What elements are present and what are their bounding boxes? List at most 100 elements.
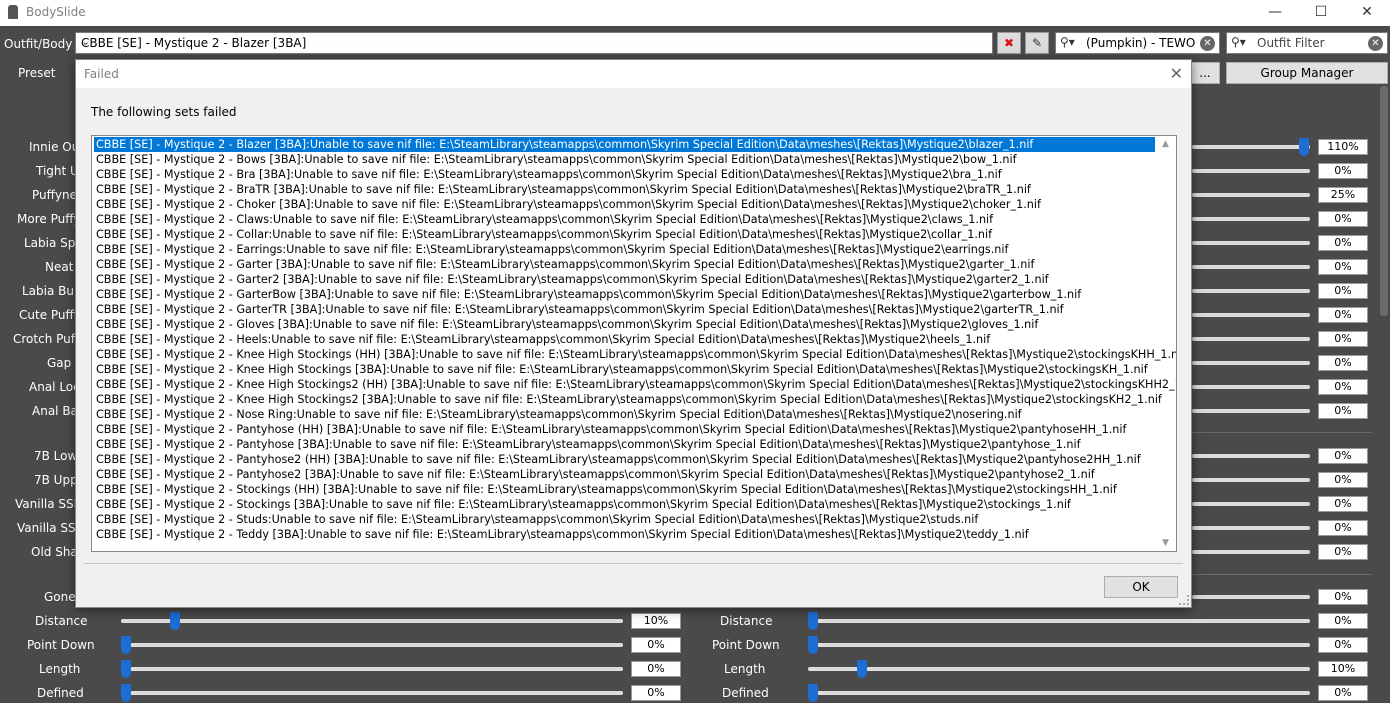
slider-track[interactable] <box>1192 193 1310 197</box>
slider-track[interactable] <box>1192 409 1310 413</box>
slider-track[interactable] <box>1192 595 1310 599</box>
slider-track[interactable] <box>808 691 1310 695</box>
list-item[interactable]: CBBE [SE] - Mystique 2 - Bows [3BA]:Unab… <box>94 152 1017 167</box>
slider-track[interactable] <box>1192 385 1310 389</box>
list-item[interactable]: CBBE [SE] - Mystique 2 - Choker [3BA]:Un… <box>94 197 1041 212</box>
slider-track[interactable] <box>121 643 623 647</box>
clear-outfit-button[interactable]: ✖ <box>997 32 1021 54</box>
group-filter-input[interactable]: ⚲▾ (Pumpkin) - TEWOB/ ✕ <box>1055 32 1220 54</box>
list-item[interactable]: CBBE [SE] - Mystique 2 - Stockings (HH) … <box>94 482 1117 497</box>
list-item[interactable]: CBBE [SE] - Mystique 2 - Collar:Unable t… <box>94 227 992 242</box>
slider-value[interactable]: 0% <box>1318 379 1368 395</box>
slider-thumb[interactable] <box>808 684 818 702</box>
slider-track[interactable] <box>1192 169 1310 173</box>
slider-track[interactable] <box>1192 145 1310 149</box>
slider-value[interactable]: 0% <box>1318 472 1368 488</box>
slider-track[interactable] <box>1192 526 1310 530</box>
brush-button[interactable]: ✎ <box>1025 32 1049 54</box>
slider-track[interactable] <box>1192 289 1310 293</box>
slider-value[interactable]: 0% <box>1318 211 1368 227</box>
slider-value[interactable]: 0% <box>1318 403 1368 419</box>
slider-thumb[interactable] <box>808 636 818 654</box>
list-item[interactable]: CBBE [SE] - Mystique 2 - Earrings:Unable… <box>94 242 1008 257</box>
slider-value[interactable]: 0% <box>1318 235 1368 251</box>
scroll-up-icon[interactable]: ▲ <box>1162 139 1169 149</box>
slider-value[interactable]: 0% <box>1318 331 1368 347</box>
slider-value[interactable]: 0% <box>1318 448 1368 464</box>
slider-track[interactable] <box>1192 550 1310 554</box>
slider-thumb[interactable] <box>1299 138 1309 156</box>
list-item[interactable]: CBBE [SE] - Mystique 2 - GarterBow [3BA]… <box>94 287 1081 302</box>
group-manager-button[interactable]: Group Manager <box>1226 62 1388 84</box>
slider-value[interactable]: 0% <box>1318 520 1368 536</box>
minimize-button[interactable]: — <box>1252 0 1298 26</box>
clear-search-icon[interactable]: ✕ <box>1200 36 1215 51</box>
slider-track[interactable] <box>121 691 623 695</box>
list-item[interactable]: CBBE [SE] - Mystique 2 - Pantyhose [3BA]… <box>94 437 1081 452</box>
list-item[interactable]: CBBE [SE] - Mystique 2 - Pantyhose2 (HH)… <box>94 452 1141 467</box>
slider-track[interactable] <box>1192 217 1310 221</box>
slider-thumb[interactable] <box>170 612 180 630</box>
slider-value[interactable]: 0% <box>631 685 681 701</box>
preset-more-button[interactable]: ... <box>1190 62 1220 84</box>
slider-value[interactable]: 0% <box>1318 637 1368 653</box>
slider-track[interactable] <box>121 619 623 623</box>
slider-track[interactable] <box>1192 313 1310 317</box>
dialog-close-button[interactable]: ✕ <box>1170 64 1183 83</box>
slider-track[interactable] <box>1192 454 1310 458</box>
slider-track[interactable] <box>808 643 1310 647</box>
failed-sets-list[interactable]: CBBE [SE] - Mystique 2 - Blazer [3BA]:Un… <box>91 135 1177 552</box>
list-item[interactable]: CBBE [SE] - Mystique 2 - Pantyhose (HH) … <box>94 422 1126 437</box>
list-item[interactable]: CBBE [SE] - Mystique 2 - Bra [3BA]:Unabl… <box>94 167 1002 182</box>
slider-thumb[interactable] <box>857 660 867 678</box>
slider-value[interactable]: 110% <box>1318 139 1368 155</box>
slider-value[interactable]: 0% <box>631 637 681 653</box>
list-item[interactable]: CBBE [SE] - Mystique 2 - Gloves [3BA]:Un… <box>94 317 1038 332</box>
slider-value[interactable]: 0% <box>631 661 681 677</box>
list-item[interactable]: CBBE [SE] - Mystique 2 - Knee High Stock… <box>94 362 1148 377</box>
slider-value[interactable]: 0% <box>1318 355 1368 371</box>
clear-filter-icon[interactable]: ✕ <box>1368 36 1383 51</box>
slider-thumb[interactable] <box>121 636 131 654</box>
ok-button[interactable]: OK <box>1104 576 1178 598</box>
slider-track[interactable] <box>1192 337 1310 341</box>
list-item[interactable]: CBBE [SE] - Mystique 2 - GarterTR [3BA]:… <box>94 302 1064 317</box>
slider-value[interactable]: 10% <box>631 613 681 629</box>
slider-track[interactable] <box>1192 241 1310 245</box>
resize-grip-icon[interactable] <box>1179 595 1189 605</box>
slider-track[interactable] <box>1192 478 1310 482</box>
scroll-down-icon[interactable]: ▼ <box>1162 538 1169 548</box>
slider-track[interactable] <box>808 619 1310 623</box>
close-button[interactable]: ✕ <box>1344 0 1390 26</box>
list-item[interactable]: CBBE [SE] - Mystique 2 - BraTR [3BA]:Una… <box>94 182 1031 197</box>
list-item[interactable]: CBBE [SE] - Mystique 2 - Blazer [3BA]:Un… <box>94 137 1155 152</box>
maximize-button[interactable]: ☐ <box>1298 0 1344 26</box>
slider-value[interactable]: 0% <box>1318 307 1368 323</box>
list-item[interactable]: CBBE [SE] - Mystique 2 - Nose Ring:Unabl… <box>94 407 1022 422</box>
slider-value[interactable]: 0% <box>1318 544 1368 560</box>
list-item[interactable]: CBBE [SE] - Mystique 2 - Garter [3BA]:Un… <box>94 257 1034 272</box>
list-item[interactable]: CBBE [SE] - Mystique 2 - Garter2 [3BA]:U… <box>94 272 1049 287</box>
slider-value[interactable]: 0% <box>1318 163 1368 179</box>
outfit-body-combobox[interactable]: CBBE [SE] - Mystique 2 - Blazer [3BA] ⌄ <box>75 32 993 54</box>
slider-thumb[interactable] <box>121 660 131 678</box>
list-item[interactable]: CBBE [SE] - Mystique 2 - Knee High Stock… <box>94 377 1176 392</box>
slider-value[interactable]: 25% <box>1318 187 1368 203</box>
slider-value[interactable]: 10% <box>1318 661 1368 677</box>
list-item[interactable]: CBBE [SE] - Mystique 2 - Studs:Unable to… <box>94 512 978 527</box>
slider-value[interactable]: 0% <box>1318 685 1368 701</box>
outfit-filter-input[interactable]: ⚲▾ Outfit Filter ✕ <box>1226 32 1388 54</box>
list-item[interactable]: CBBE [SE] - Mystique 2 - Teddy [3BA]:Una… <box>94 527 1029 542</box>
slider-value[interactable]: 0% <box>1318 589 1368 605</box>
list-scrollbar[interactable]: ▲ ▼ <box>1159 137 1175 550</box>
slider-value[interactable]: 0% <box>1318 259 1368 275</box>
slider-value[interactable]: 0% <box>1318 496 1368 512</box>
list-item[interactable]: CBBE [SE] - Mystique 2 - Pantyhose2 [3BA… <box>94 467 1095 482</box>
slider-track[interactable] <box>121 667 623 671</box>
slider-thumb[interactable] <box>121 684 131 702</box>
slider-value[interactable]: 0% <box>1318 613 1368 629</box>
slider-value[interactable]: 0% <box>1318 283 1368 299</box>
slider-track[interactable] <box>1192 502 1310 506</box>
list-item[interactable]: CBBE [SE] - Mystique 2 - Knee High Stock… <box>94 347 1176 362</box>
list-item[interactable]: CBBE [SE] - Mystique 2 - Claws:Unable to… <box>94 212 993 227</box>
